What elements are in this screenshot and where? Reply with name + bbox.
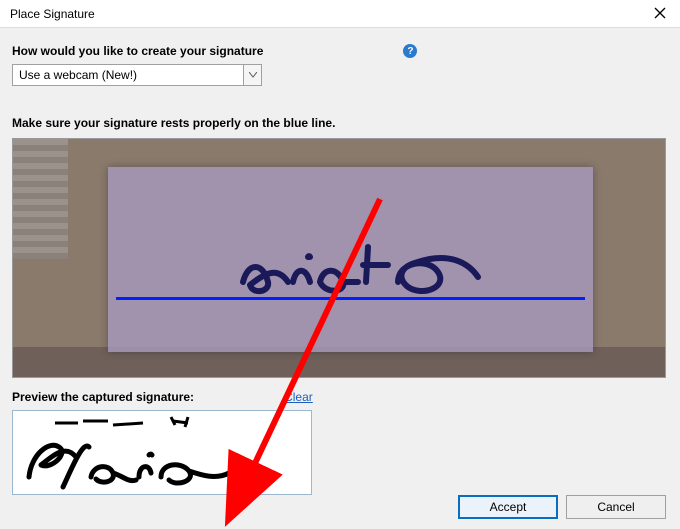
- select-value: Use a webcam (New!): [13, 68, 243, 82]
- select-dropdown-button[interactable]: [243, 65, 261, 85]
- close-icon: [654, 6, 666, 22]
- dialog-content: How would you like to create your signat…: [0, 28, 680, 505]
- instruction-label: Make sure your signature rests properly …: [12, 116, 668, 130]
- dialog-buttons: Accept Cancel: [458, 495, 666, 519]
- webcam-signature-stroke: [238, 227, 498, 307]
- preview-label: Preview the captured signature:: [12, 390, 194, 404]
- webcam-preview: [12, 138, 666, 378]
- close-button[interactable]: [640, 0, 680, 28]
- chevron-down-icon: [249, 70, 257, 81]
- accept-button[interactable]: Accept: [458, 495, 558, 519]
- clear-link[interactable]: Clear: [284, 390, 313, 404]
- window-title: Place Signature: [10, 7, 95, 21]
- preview-artifact: [53, 415, 203, 429]
- signature-paper: [108, 167, 593, 352]
- background-object: [13, 139, 68, 259]
- question-label: How would you like to create your signat…: [12, 44, 263, 58]
- signature-method-select[interactable]: Use a webcam (New!): [12, 64, 262, 86]
- help-icon[interactable]: ?: [403, 44, 417, 58]
- signature-preview-box: [12, 410, 312, 495]
- titlebar: Place Signature: [0, 0, 680, 28]
- preview-signature-stroke: [21, 435, 241, 490]
- cancel-button[interactable]: Cancel: [566, 495, 666, 519]
